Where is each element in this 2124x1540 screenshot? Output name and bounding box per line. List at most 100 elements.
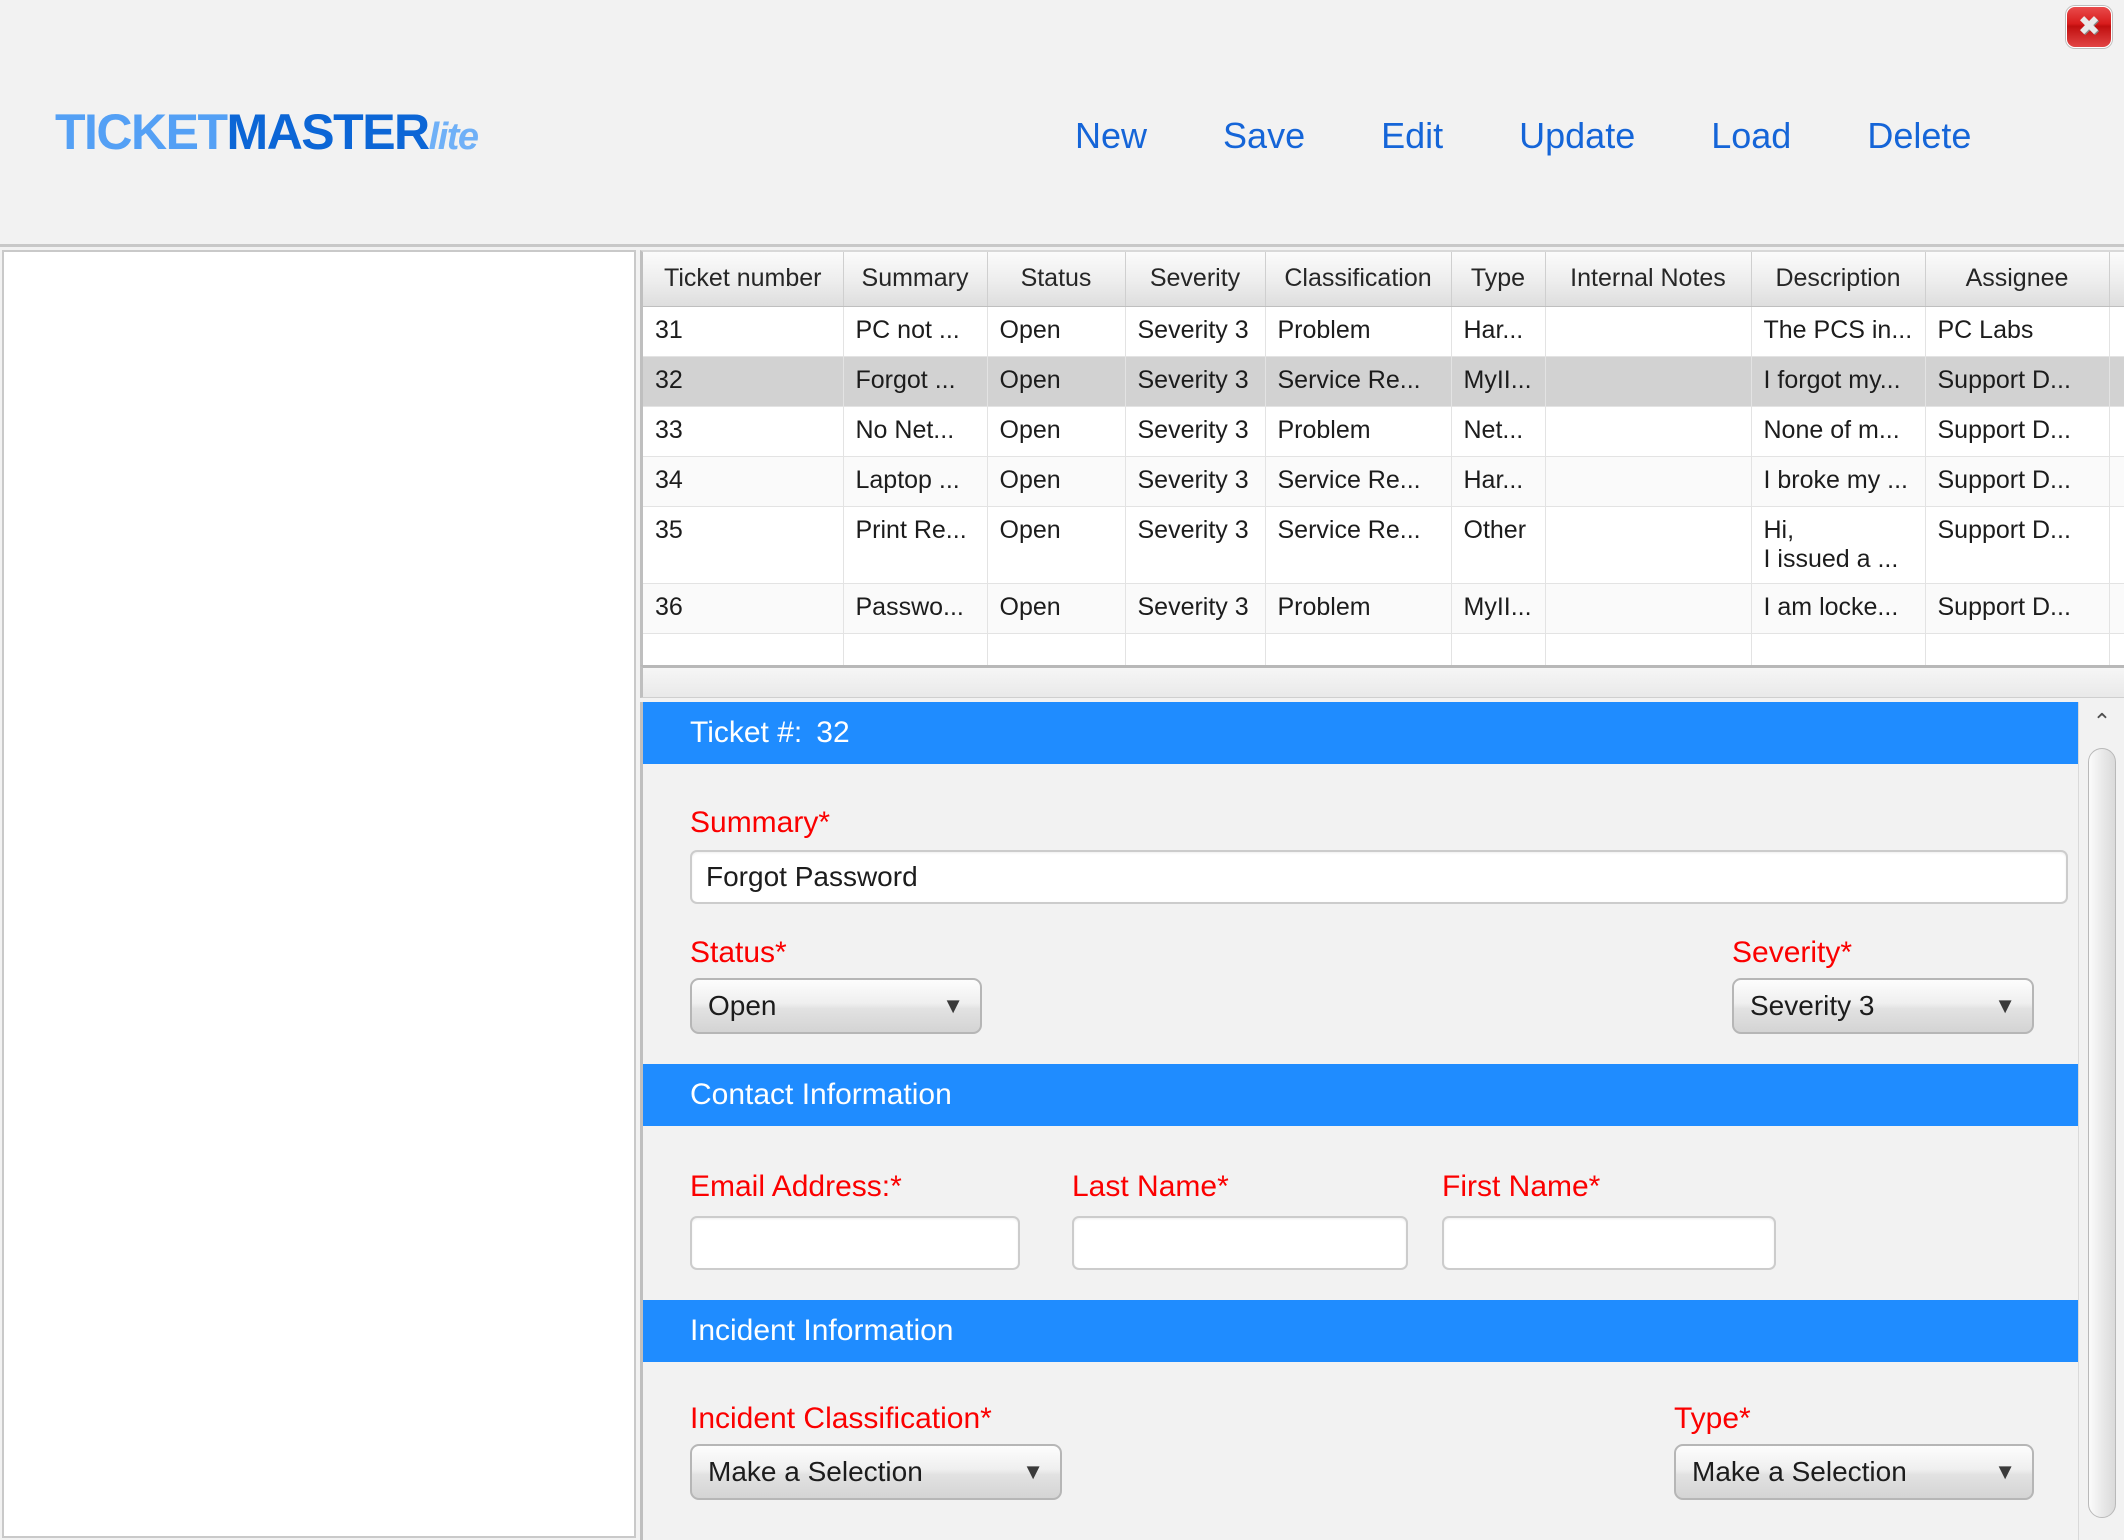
incident-type-value: Make a Selection — [1692, 1456, 1907, 1487]
menu-item-delete[interactable]: Delete — [1867, 115, 1971, 157]
severity-dropdown-value: Severity 3 — [1750, 990, 1875, 1021]
cell-assignee: Support D... — [1925, 406, 2110, 457]
cell-assignee: Support D... — [1925, 506, 2110, 584]
menu-item-new[interactable]: New — [1075, 115, 1147, 157]
contact-information-header: Contact Information — [643, 1064, 2081, 1126]
cell-status: Open — [987, 506, 1126, 584]
scrollbar-thumb[interactable] — [2088, 748, 2116, 1518]
email-field-group: Email Address:* — [690, 1170, 1072, 1270]
contact-fields-row: Email Address:* Last Name* First Name* — [690, 1170, 2034, 1270]
table-row[interactable]: 35 Print Re... Open Severity 3 Service R… — [643, 506, 2124, 584]
cell-internal-notes — [1545, 306, 1752, 357]
cell-type: Other — [1451, 506, 1546, 584]
menu-item-edit[interactable]: Edit — [1381, 115, 1443, 157]
col-header-classification[interactable]: Classification — [1265, 252, 1452, 307]
cell-description: The PCS in... — [1751, 306, 1926, 357]
col-header-internal-notes[interactable]: Internal Notes — [1545, 252, 1752, 307]
first-name-field[interactable] — [1442, 1216, 1776, 1270]
cell-status: Open — [987, 356, 1126, 407]
cell-spacer — [2109, 306, 2124, 357]
menu-item-update[interactable]: Update — [1519, 115, 1635, 157]
status-dropdown[interactable]: Open ▼ — [690, 978, 982, 1034]
incident-classification-label: Incident Classification* — [690, 1402, 992, 1435]
cell-assignee: PC Labs — [1925, 306, 2110, 357]
close-window-button[interactable]: ✖ — [2066, 6, 2112, 48]
incident-classification-dropdown[interactable]: Make a Selection ▼ — [690, 1444, 1062, 1500]
cell-severity: Severity 3 — [1125, 406, 1266, 457]
col-header-assignee[interactable]: Assignee — [1925, 252, 2110, 307]
ticket-main-fields: Summary* Forgot Password Status* Open ▼ … — [643, 764, 2081, 1064]
contact-information-body: Email Address:* Last Name* First Name* — [643, 1126, 2081, 1300]
app-window: ✖ TICKETMASTERlite New Save Edit Update … — [0, 0, 2124, 1540]
incident-information-header: Incident Information — [643, 1300, 2081, 1362]
table-row[interactable]: 34 Laptop ... Open Severity 3 Service Re… — [643, 456, 2124, 507]
table-row[interactable]: 31 PC not ... Open Severity 3 Problem Ha… — [643, 306, 2124, 357]
cell-type: MyII... — [1451, 356, 1546, 407]
cell-classification: Service Re... — [1265, 456, 1452, 507]
cell-description: I am locke... — [1751, 583, 1926, 634]
cell-severity: Severity 3 — [1125, 583, 1266, 634]
col-header-status[interactable]: Status — [987, 252, 1126, 307]
status-dropdown-value: Open — [708, 990, 777, 1021]
logo-part-lite: lite — [428, 116, 479, 158]
cell-summary: No Net... — [843, 406, 988, 457]
cell-summary: Passwo... — [843, 583, 988, 634]
summary-input[interactable]: Forgot Password — [690, 850, 2068, 904]
cell-classification: Service Re... — [1265, 356, 1452, 407]
last-name-field[interactable] — [1072, 1216, 1408, 1270]
ticket-number-value: 32 — [816, 716, 850, 749]
col-header-severity[interactable]: Severity — [1125, 252, 1266, 307]
right-content-area: Ticket number Summary Status Severity Cl… — [640, 250, 2124, 1540]
incident-fields-row: Incident Classification* Make a Selectio… — [690, 1402, 2034, 1500]
severity-dropdown[interactable]: Severity 3 ▼ — [1732, 978, 2034, 1034]
tickets-table-container[interactable]: Ticket number Summary Status Severity Cl… — [640, 250, 2124, 665]
cell-spacer — [2109, 456, 2124, 507]
col-header-description[interactable]: Description — [1751, 252, 1926, 307]
email-field[interactable] — [690, 1216, 1020, 1270]
cell-status: Open — [987, 406, 1126, 457]
cell-spacer — [2109, 356, 2124, 407]
cell-classification: Problem — [1265, 406, 1452, 457]
chevron-up-icon[interactable]: ⌃ — [2079, 702, 2124, 742]
status-field-group: Status* Open ▼ — [690, 936, 1732, 1034]
table-row[interactable]: 33 No Net... Open Severity 3 Problem Net… — [643, 406, 2124, 457]
tickets-table-body: 31 PC not ... Open Severity 3 Problem Ha… — [643, 306, 2124, 665]
chevron-down-icon: ▼ — [1994, 993, 2016, 1018]
cell-classification: Service Re... — [1265, 506, 1452, 584]
severity-label: Severity* — [1732, 936, 1853, 969]
cell-internal-notes — [1545, 583, 1752, 634]
table-row[interactable]: 32 Forgot ... Open Severity 3 Service Re… — [643, 356, 2124, 407]
cell-ticket-number: 36 — [643, 583, 844, 634]
cell-severity: Severity 3 — [1125, 356, 1266, 407]
cell-severity: Severity 3 — [1125, 306, 1266, 357]
cell-assignee: Support D... — [1925, 583, 2110, 634]
cell-ticket-number: 33 — [643, 406, 844, 457]
table-horizontal-scrollbar[interactable] — [640, 665, 2124, 698]
main-menu: New Save Edit Update Load Delete — [1075, 115, 1971, 157]
form-vertical-scrollbar[interactable]: ⌃ — [2078, 702, 2124, 1540]
ticket-detail-panel: Ticket #: 32 Summary* Forgot Password Sta… — [640, 702, 2124, 1540]
last-name-label: Last Name* — [1072, 1170, 1229, 1203]
cell-description: I broke my ... — [1751, 456, 1926, 507]
menu-item-save[interactable]: Save — [1223, 115, 1305, 157]
cell-type: MyII... — [1451, 583, 1546, 634]
cell-status: Open — [987, 306, 1126, 357]
menu-item-load[interactable]: Load — [1711, 115, 1791, 157]
col-header-summary[interactable]: Summary — [843, 252, 988, 307]
tickets-table: Ticket number Summary Status Severity Cl… — [643, 252, 2124, 665]
cell-type: Net... — [1451, 406, 1546, 457]
app-header: ✖ TICKETMASTERlite New Save Edit Update … — [0, 0, 2124, 247]
table-row[interactable]: 36 Passwo... Open Severity 3 Problem MyI… — [643, 583, 2124, 634]
col-header-ticket-number[interactable]: Ticket number — [643, 252, 844, 307]
incident-type-dropdown[interactable]: Make a Selection ▼ — [1674, 1444, 2034, 1500]
cell-spacer — [2109, 583, 2124, 634]
table-header-row: Ticket number Summary Status Severity Cl… — [643, 252, 2124, 307]
summary-label: Summary* — [690, 806, 831, 839]
close-icon: ✖ — [2077, 11, 2101, 42]
table-row-empty[interactable] — [643, 633, 2124, 665]
cell-summary: Laptop ... — [843, 456, 988, 507]
status-label: Status* — [690, 936, 787, 969]
col-header-type[interactable]: Type — [1451, 252, 1546, 307]
incident-information-body: Incident Classification* Make a Selectio… — [643, 1362, 2081, 1540]
chevron-down-icon: ▼ — [1994, 1459, 2016, 1484]
